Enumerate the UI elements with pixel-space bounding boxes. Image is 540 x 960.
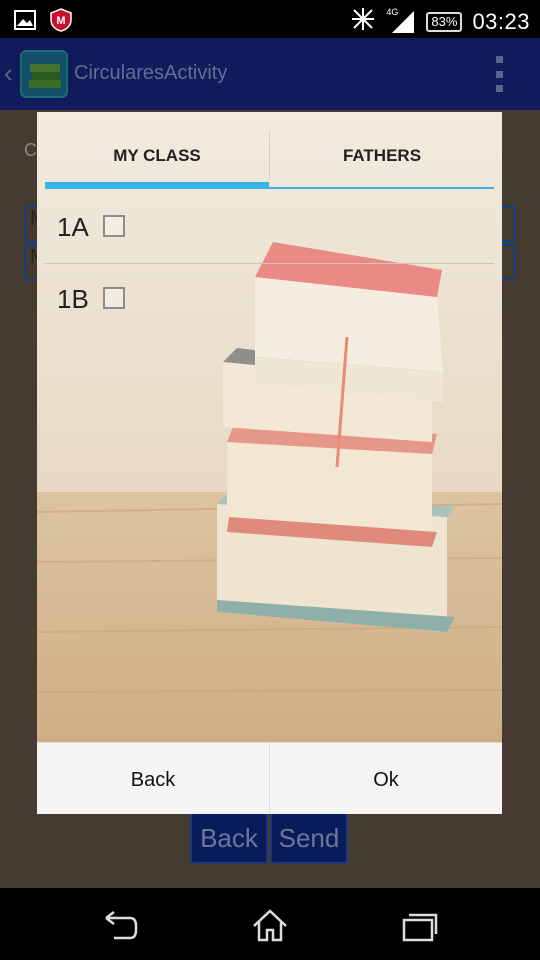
- dialog-back-button[interactable]: Back: [37, 743, 269, 814]
- battery-icon: 83%: [426, 11, 463, 32]
- airplane-mode-icon: [350, 6, 376, 37]
- dialog-button-bar: Back Ok: [37, 742, 502, 814]
- tab-fathers[interactable]: FATHERS: [270, 130, 494, 192]
- checkbox-1a[interactable]: [103, 215, 125, 237]
- checkbox-1b[interactable]: [103, 287, 125, 309]
- list-item-label: 1B: [57, 284, 89, 314]
- back-icon[interactable]: [100, 906, 140, 946]
- list-item-1a[interactable]: 1A: [45, 192, 494, 264]
- list-item-1b[interactable]: 1B: [45, 264, 494, 336]
- svg-text:M: M: [56, 15, 65, 27]
- select-recipients-dialog: MY CLASS FATHERS 1A 1B Back Ok: [37, 112, 502, 814]
- mcafee-icon: M: [50, 8, 72, 37]
- navigation-bar: [0, 888, 540, 960]
- signal-icon: 4G: [386, 7, 416, 35]
- status-bar: M 4G 83% 03:23: [0, 0, 540, 38]
- battery-level: 83%: [431, 14, 458, 29]
- dialog-tabs: MY CLASS FATHERS: [45, 130, 494, 192]
- list-item-label: 1A: [57, 212, 89, 242]
- dialog-ok-button[interactable]: Ok: [270, 743, 502, 814]
- tab-underline: [269, 187, 494, 189]
- tab-selected-indicator: [45, 182, 269, 189]
- clock: 03:23: [472, 8, 530, 34]
- image-notification-icon: [14, 10, 36, 35]
- recent-apps-icon[interactable]: [400, 906, 440, 946]
- home-icon[interactable]: [250, 906, 290, 946]
